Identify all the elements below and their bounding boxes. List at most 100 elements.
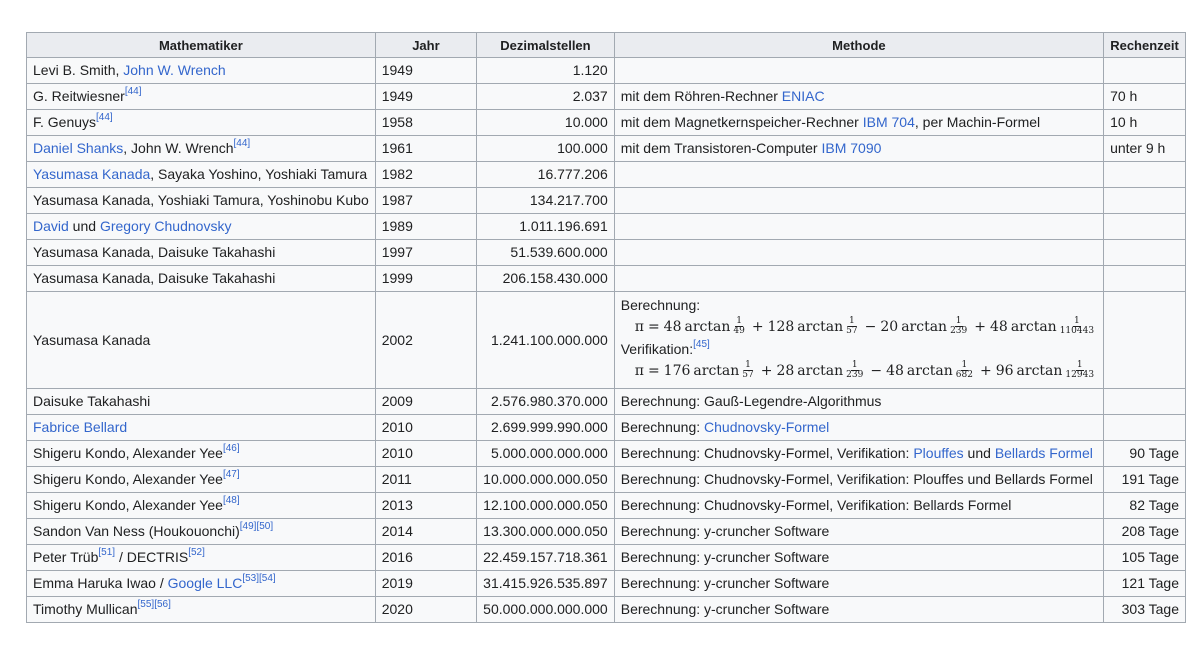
wiki-link[interactable]: David bbox=[33, 218, 69, 234]
cell-text: und bbox=[68, 218, 100, 234]
wiki-link[interactable]: Fabrice Bellard bbox=[33, 419, 127, 435]
reference-sup[interactable]: [54] bbox=[259, 573, 276, 584]
reference-link[interactable]: [49] bbox=[240, 521, 257, 532]
table-header-row: Mathematiker Jahr Dezimalstellen Methode… bbox=[26, 32, 1186, 58]
wiki-link[interactable]: Google LLC bbox=[168, 575, 243, 591]
cell-methode: Berechnung: y-cruncher Software bbox=[613, 596, 1105, 623]
reference-sup[interactable]: [51] bbox=[98, 547, 115, 558]
reference-link[interactable]: [45] bbox=[693, 339, 710, 350]
verifikation-label: Verifikation:[45] bbox=[620, 339, 1097, 357]
fraction-numerator: 1 bbox=[1073, 315, 1081, 327]
formula-fraction: 1 57 bbox=[741, 360, 754, 380]
cell-rechenzeit bbox=[1103, 239, 1186, 266]
formula-arctan: arctan bbox=[1016, 363, 1063, 379]
cell-methode bbox=[613, 265, 1105, 292]
reference-link[interactable]: [47] bbox=[223, 469, 240, 480]
cell-mathematiker: Shigeru Kondo, Alexander Yee[47] bbox=[26, 466, 376, 493]
cell-jahr: 1949 bbox=[374, 57, 478, 84]
wiki-link[interactable]: IBM 7090 bbox=[821, 140, 881, 156]
cell-mathematiker: Daisuke Takahashi bbox=[26, 388, 376, 415]
reference-link[interactable]: [44] bbox=[125, 86, 142, 97]
formula-coefficient: 48 bbox=[989, 319, 1008, 335]
reference-link[interactable]: [51] bbox=[98, 547, 115, 558]
reference-link[interactable]: [44] bbox=[96, 112, 113, 123]
reference-link[interactable]: [54] bbox=[259, 573, 276, 584]
fraction-denominator: 239 bbox=[950, 325, 968, 336]
reference-sup[interactable]: [56] bbox=[154, 599, 171, 610]
cell-dezimalstellen: 206.158.430.000 bbox=[476, 265, 615, 292]
cell-rechenzeit: unter 9 h bbox=[1103, 135, 1186, 162]
cell-dezimalstellen: 2.037 bbox=[476, 83, 615, 110]
cell-dezimalstellen: 50.000.000.000.000 bbox=[476, 596, 615, 623]
reference-sup[interactable]: [47] bbox=[223, 469, 240, 480]
machin-formula-berechnung: π = 48 arctan 1 49 +128 arctan 1 57−20 arctan 1 239 +… bbox=[621, 313, 1097, 341]
reference-link[interactable]: [48] bbox=[223, 495, 240, 506]
reference-sup[interactable]: [45] bbox=[693, 339, 710, 350]
fraction-numerator: 1 bbox=[735, 315, 743, 327]
reference-sup[interactable]: [44] bbox=[234, 138, 251, 149]
table-row: Levi B. Smith, John W. Wrench 1949 1.120 bbox=[26, 57, 1186, 84]
cell-rechenzeit bbox=[1103, 57, 1186, 84]
cell-text: / DECTRIS bbox=[115, 549, 189, 565]
reference-sup[interactable]: [49] bbox=[240, 521, 257, 532]
wiki-link[interactable]: John W. Wrench bbox=[123, 62, 225, 78]
reference-link[interactable]: [52] bbox=[188, 547, 205, 558]
reference-link[interactable]: [56] bbox=[154, 599, 171, 610]
cell-text: Peter Trüb bbox=[33, 549, 99, 565]
cell-text: Yasumasa Kanada bbox=[33, 331, 151, 348]
cell-mathematiker: Levi B. Smith, John W. Wrench bbox=[26, 57, 376, 84]
formula-coefficient: 28 bbox=[776, 363, 795, 379]
cell-jahr: 1999 bbox=[374, 265, 478, 292]
cell-rechenzeit: 70 h bbox=[1103, 83, 1186, 110]
reference-link[interactable]: [50] bbox=[256, 521, 273, 532]
berechnung-label: Berechnung: bbox=[620, 297, 701, 313]
wiki-link[interactable]: ENIAC bbox=[782, 88, 825, 104]
header-methode[interactable]: Methode bbox=[613, 32, 1105, 58]
wiki-link[interactable]: Gregory Chudnovsky bbox=[100, 218, 232, 234]
wiki-link[interactable]: Daniel Shanks bbox=[33, 140, 123, 156]
verifikation-text: Verifikation: bbox=[620, 341, 694, 357]
cell-dezimalstellen: 10.000 bbox=[476, 109, 615, 136]
header-jahr[interactable]: Jahr bbox=[374, 32, 478, 58]
cell-methode: Berechnung: Gauß-Legendre-Algorithmus bbox=[613, 388, 1105, 415]
reference-link[interactable]: [44] bbox=[234, 138, 251, 149]
reference-sup[interactable]: [46] bbox=[223, 443, 240, 454]
cell-text: G. Reitwiesner bbox=[33, 88, 125, 104]
header-rechenzeit[interactable]: Rechenzeit bbox=[1103, 32, 1186, 58]
cell-text: Shigeru Kondo, Alexander Yee bbox=[33, 471, 223, 487]
cell-text: , per Machin-Formel bbox=[914, 114, 1041, 130]
reference-sup[interactable]: [44] bbox=[125, 86, 142, 97]
reference-sup[interactable]: [53] bbox=[242, 573, 259, 584]
cell-rechenzeit bbox=[1103, 291, 1186, 389]
cell-mathematiker: Yasumasa Kanada, Sayaka Yoshino, Yoshiak… bbox=[26, 161, 376, 188]
header-mathematiker[interactable]: Mathematiker bbox=[26, 32, 376, 58]
cell-jahr: 2009 bbox=[374, 388, 478, 415]
reference-sup[interactable]: [44] bbox=[96, 112, 113, 123]
cell-rechenzeit bbox=[1103, 414, 1186, 441]
reference-sup[interactable]: [50] bbox=[256, 521, 273, 532]
reference-sup[interactable]: [52] bbox=[188, 547, 205, 558]
reference-link[interactable]: [55] bbox=[138, 599, 155, 610]
cell-text: Berechnung: bbox=[620, 419, 705, 435]
reference-link[interactable]: [46] bbox=[223, 443, 240, 454]
cell-text: Berechnung: Chudnovsky-Formel, Verifikat… bbox=[620, 497, 1012, 513]
cell-jahr: 1989 bbox=[374, 213, 478, 240]
reference-sup[interactable]: [48] bbox=[223, 495, 240, 506]
reference-sup[interactable]: [55] bbox=[138, 599, 155, 610]
wiki-link[interactable]: Bellards Formel bbox=[995, 445, 1093, 461]
pi-records-table: Mathematiker Jahr Dezimalstellen Methode… bbox=[26, 32, 1186, 623]
header-dezimalstellen[interactable]: Dezimalstellen bbox=[476, 32, 615, 58]
cell-text: Berechnung: Chudnovsky-Formel, Verifikat… bbox=[620, 445, 914, 461]
formula-operator: + bbox=[974, 319, 986, 335]
cell-mathematiker: Daniel Shanks, John W. Wrench[44] bbox=[26, 135, 376, 162]
reference-link[interactable]: [53] bbox=[242, 573, 259, 584]
cell-rechenzeit bbox=[1103, 265, 1186, 292]
wiki-link[interactable]: Yasumasa Kanada bbox=[33, 166, 150, 182]
cell-methode bbox=[613, 187, 1105, 214]
wiki-link[interactable]: IBM 704 bbox=[863, 114, 915, 130]
wiki-link[interactable]: Plouffes bbox=[913, 445, 963, 461]
cell-jahr: 2016 bbox=[374, 544, 478, 571]
table-row: Shigeru Kondo, Alexander Yee[46] 2010 5.00… bbox=[26, 440, 1186, 467]
wiki-link[interactable]: Chudnovsky-Formel bbox=[704, 419, 829, 435]
formula-arctan: arctan bbox=[906, 363, 953, 379]
